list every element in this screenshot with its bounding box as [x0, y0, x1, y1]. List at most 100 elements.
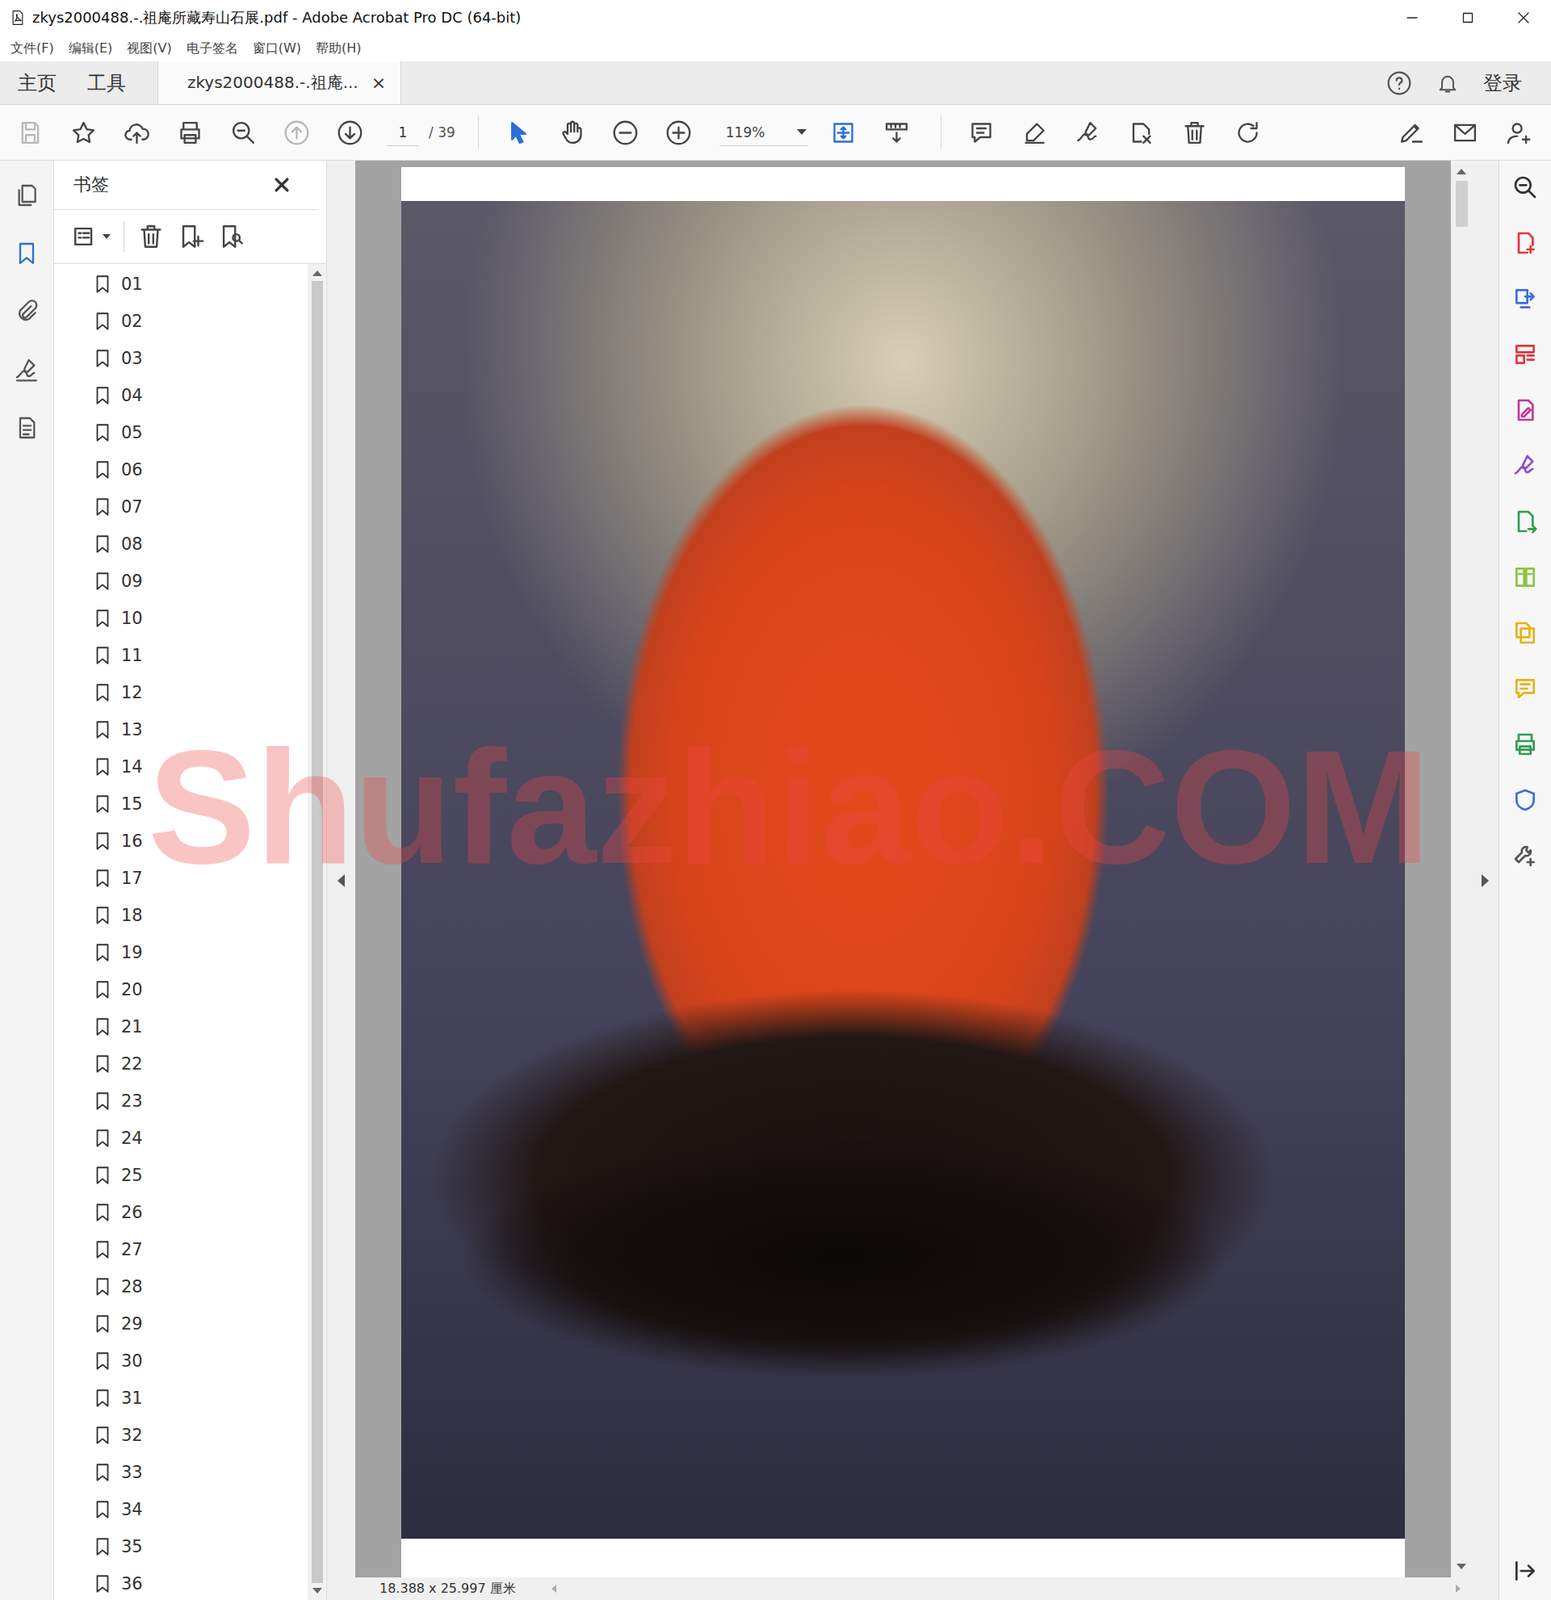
login-button[interactable]: 登录	[1483, 70, 1522, 97]
menu-item[interactable]: 编辑(E)	[61, 40, 121, 58]
tool-button[interactable]	[1512, 731, 1539, 758]
bookmark-item[interactable]: 32	[54, 1416, 308, 1455]
bookmark-item[interactable]: 36	[54, 1565, 308, 1600]
help-icon[interactable]	[1386, 70, 1413, 97]
bell-icon[interactable]	[1436, 71, 1459, 95]
toolbar-button[interactable]	[1173, 111, 1216, 154]
tool-button[interactable]	[1512, 452, 1539, 479]
collapse-left-button[interactable]	[326, 160, 356, 1600]
toolbar-button[interactable]	[168, 111, 211, 154]
bookmark-item[interactable]: 14	[54, 748, 308, 786]
bookmark-item[interactable]: 33	[54, 1454, 308, 1492]
bookmark-item[interactable]: 28	[54, 1268, 308, 1306]
new-bookmark-button[interactable]	[177, 222, 206, 251]
tab[interactable]: zkys2000488.-.祖庵...×	[157, 61, 402, 105]
bookmark-item[interactable]: 16	[54, 822, 308, 860]
bookmark-item[interactable]: 15	[54, 785, 308, 823]
toolbar-button[interactable]	[1390, 111, 1433, 154]
nav-pane-button[interactable]	[12, 297, 41, 326]
toolbar-button[interactable]	[1443, 111, 1486, 154]
tool-button[interactable]	[1512, 397, 1539, 424]
bookmark-item[interactable]: 34	[54, 1491, 308, 1529]
bookmark-item[interactable]: 08	[54, 525, 308, 563]
toolbar-button[interactable]	[658, 111, 701, 154]
tab[interactable]: 工具	[71, 61, 142, 105]
vertical-scrollbar[interactable]	[1450, 160, 1472, 1578]
nav-pane-button[interactable]	[12, 356, 41, 384]
bookmark-item[interactable]: 27	[54, 1231, 308, 1269]
find-bookmark-button[interactable]	[217, 222, 246, 251]
bookmark-item[interactable]: 24	[54, 1119, 308, 1157]
page-number-field[interactable]: 1	[386, 119, 420, 147]
toolbar-button[interactable]	[1014, 111, 1057, 154]
bookmark-item[interactable]: 03	[54, 339, 308, 378]
tool-button[interactable]	[1512, 787, 1539, 814]
tab-close-button[interactable]: ×	[371, 72, 386, 93]
bookmark-item[interactable]: 01	[54, 265, 308, 303]
bookmark-item[interactable]: 19	[54, 934, 308, 972]
bookmark-item[interactable]: 13	[54, 711, 308, 749]
tool-button[interactable]	[1512, 675, 1539, 702]
bookmark-item[interactable]: 35	[54, 1528, 308, 1566]
bookmark-item[interactable]: 10	[54, 599, 308, 638]
toolbar-button[interactable]	[960, 111, 1003, 154]
bookmark-item[interactable]: 17	[54, 859, 308, 898]
toolbar-button[interactable]	[62, 111, 105, 154]
tab[interactable]: 主页	[2, 61, 72, 105]
bookmark-item[interactable]: 07	[54, 488, 308, 526]
toolbar-button[interactable]	[822, 111, 865, 154]
tool-button[interactable]	[1512, 174, 1539, 201]
bookmark-item[interactable]: 06	[54, 451, 308, 489]
tool-button[interactable]	[1512, 620, 1539, 646]
toolbar-button[interactable]	[1067, 111, 1110, 154]
toolbar-button[interactable]	[876, 111, 919, 154]
toolbar-button[interactable]	[275, 111, 318, 154]
horizontal-scrollbar[interactable]	[540, 1584, 1472, 1593]
bookmark-item[interactable]: 11	[54, 637, 308, 675]
bookmark-item[interactable]: 21	[54, 1008, 308, 1046]
bookmark-item[interactable]: 20	[54, 971, 308, 1009]
zoom-field[interactable]: 119%	[719, 119, 809, 147]
tool-button[interactable]	[1512, 285, 1539, 312]
bookmark-item[interactable]: 22	[54, 1045, 308, 1083]
toolbar-button[interactable]	[328, 111, 371, 154]
nav-pane-button[interactable]	[12, 414, 41, 442]
toolbar-button[interactable]	[551, 111, 594, 154]
nav-pane-button[interactable]	[12, 181, 41, 210]
minimize-button[interactable]	[1383, 0, 1440, 36]
maximize-button[interactable]	[1439, 0, 1496, 36]
collapse-right-button[interactable]	[1471, 160, 1499, 1600]
tool-button[interactable]	[1512, 341, 1539, 368]
bookmark-item[interactable]: 04	[54, 377, 308, 415]
tool-button[interactable]	[1512, 842, 1539, 869]
menu-item[interactable]: 电子签名	[179, 40, 246, 58]
close-icon[interactable]	[272, 176, 291, 194]
bookmark-item[interactable]: 18	[54, 897, 308, 935]
tool-button[interactable]	[1512, 230, 1539, 256]
toolbar-button[interactable]	[498, 111, 541, 154]
scroll-thumb[interactable]	[311, 280, 323, 1584]
scrollbar[interactable]	[307, 264, 327, 1600]
menu-item[interactable]: 帮助(H)	[308, 40, 369, 58]
bookmark-item[interactable]: 25	[54, 1156, 308, 1195]
tool-button[interactable]	[1512, 508, 1539, 535]
bookmark-item[interactable]: 23	[54, 1082, 308, 1120]
bookmark-item[interactable]: 30	[54, 1342, 308, 1380]
nav-pane-button[interactable]	[12, 239, 41, 268]
scroll-thumb[interactable]	[1455, 180, 1468, 227]
bookmark-item[interactable]: 31	[54, 1379, 308, 1417]
menu-item[interactable]: 文件(F)	[3, 40, 62, 58]
toolbar-button[interactable]	[222, 111, 265, 154]
tool-button[interactable]	[1512, 564, 1539, 591]
bookmark-item[interactable]: 05	[54, 414, 308, 452]
toolbar-button[interactable]	[1227, 111, 1270, 154]
toolbar-button[interactable]	[1120, 111, 1163, 154]
toolbar-button[interactable]	[604, 111, 647, 154]
bookmark-item[interactable]: 09	[54, 562, 308, 600]
bookmark-item[interactable]: 02	[54, 302, 308, 340]
close-button[interactable]	[1495, 0, 1551, 36]
toolbar-button[interactable]	[8, 111, 51, 154]
toolbar-button[interactable]	[1496, 111, 1539, 154]
bookmark-item[interactable]: 12	[54, 674, 308, 712]
toolbar-button[interactable]	[115, 111, 158, 154]
